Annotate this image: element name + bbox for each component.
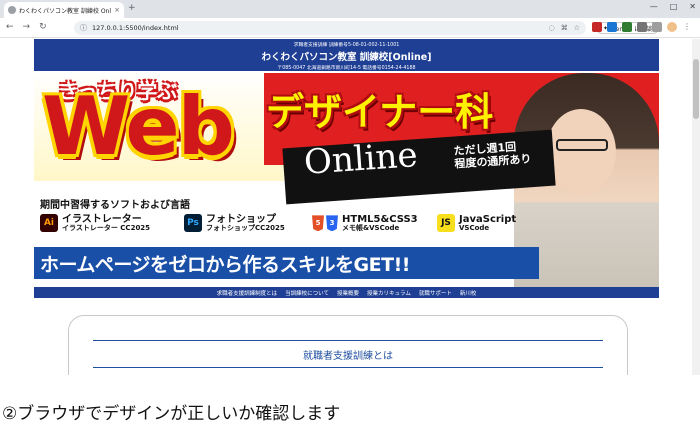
banner-header: 求職者支援訓練 訓練番号5-08-01-002-11-1001 わくわくパソコン… <box>34 39 659 71</box>
hero-banner: 求職者支援訓練 訓練番号5-08-01-002-11-1001 わくわくパソコン… <box>34 39 659 287</box>
training-number: 求職者支援訓練 訓練番号5-08-01-002-11-1001 <box>293 43 400 48</box>
glasses-icon <box>556 139 608 151</box>
html-css-icons: 5 3 <box>312 215 338 232</box>
nav-item-about[interactable]: 当訓練校について <box>285 289 329 297</box>
software-version: メモ帳&VSCode <box>342 224 400 232</box>
photoshop-icon: Ps <box>184 214 202 233</box>
css3-icon: 3 <box>326 215 338 232</box>
software-version: イラストレーター CC2025 <box>62 224 151 232</box>
browser-tab-bar: わくわくパソコン教室 訓練校 Onl × + — □ ✕ <box>0 0 700 18</box>
browser-tab[interactable]: わくわくパソコン教室 訓練校 Onl × <box>4 2 124 18</box>
profile-avatar[interactable] <box>667 22 677 32</box>
tab-title: わくわくパソコン教室 訓練校 Onl <box>19 7 112 15</box>
nav-buttons: ← → ↻ <box>6 22 47 32</box>
url-text[interactable]: 127.0.0.1:5500/index.html <box>92 24 544 32</box>
back-icon[interactable]: ← <box>6 22 14 32</box>
site-nav: 求職者支援訓練制度とは 当訓練校について 授業概要 授業カリキュラム 就職サポー… <box>34 287 659 298</box>
section-title: 就職者支援訓練とは <box>303 350 393 362</box>
sidebar-icon[interactable] <box>652 22 662 32</box>
minimize-icon[interactable]: — <box>650 2 658 11</box>
address-bar[interactable]: ⓘ 127.0.0.1:5500/index.html ◌ ⌘ ☆ <box>74 21 586 35</box>
section-heading-box: 就職者支援訓練とは <box>93 340 603 368</box>
software-version: VSCode <box>459 224 490 232</box>
cta-banner: ホームページをゼロから作るスキルをGET!! <box>34 247 539 279</box>
page-viewport: 求職者支援訓練 訓練番号5-08-01-002-11-1001 わくわくパソコン… <box>0 39 700 375</box>
software-version: フォトショップCC2025 <box>206 224 285 232</box>
extension-icon[interactable] <box>607 22 617 32</box>
school-name: わくわくパソコン教室 訓練校[Online] <box>261 52 432 63</box>
school-address: 〒085-0047 北海道釧路市新川町14-5 電話番号0154-24-4188 <box>277 66 416 71</box>
favicon-icon <box>8 6 16 14</box>
maximize-icon[interactable]: □ <box>670 2 678 11</box>
html5-icon: 5 <box>312 215 324 232</box>
pdf-extension-icon[interactable] <box>592 22 602 32</box>
reload-icon[interactable]: ↻ <box>39 22 47 32</box>
address-bar-actions: ◌ ⌘ ☆ <box>549 24 580 32</box>
nav-item-system[interactable]: 求職者支援訓練制度とは <box>217 289 278 297</box>
nav-item-overview[interactable]: 授業概要 <box>337 289 359 297</box>
menu-kebab-icon[interactable]: ⋮ <box>682 22 692 32</box>
nav-item-curriculum[interactable]: 授業カリキュラム <box>367 289 411 297</box>
scrollbar-thumb[interactable] <box>693 59 699 119</box>
forward-icon[interactable]: → <box>23 22 31 32</box>
tab-close-icon[interactable]: × <box>114 6 120 14</box>
site-info-icon[interactable]: ⓘ <box>80 23 87 33</box>
software-heading: 期間中習得するソフトおよび言語 <box>40 200 190 211</box>
illustrator-icon: Ai <box>40 214 58 233</box>
bookmark-star-icon[interactable]: ☆ <box>574 24 580 32</box>
content-card: 就職者支援訓練とは <box>68 315 628 375</box>
nav-item-shinkawa[interactable]: 新川校 <box>460 289 477 297</box>
online-title: Online <box>302 135 419 183</box>
eye-off-icon[interactable]: ◌ <box>549 24 555 32</box>
new-tab-button[interactable]: + <box>128 3 136 13</box>
designer-course-title: デザイナー科 <box>266 90 494 134</box>
software-javascript: JS JavaScript VSCode <box>437 214 516 233</box>
software-html-css: 5 3 HTML5&CSS3 メモ帳&VSCode <box>312 214 418 233</box>
extension-icons: ⋮ <box>592 22 692 32</box>
puzzle-extension-icon[interactable] <box>637 22 647 32</box>
instructor-face <box>546 109 616 195</box>
translate-icon[interactable]: ⌘ <box>561 24 568 32</box>
attendance-note: ただし週1回 程度の通所あり <box>453 140 532 171</box>
web-headline: Web <box>42 80 235 173</box>
software-photoshop: Ps フォトショップ フォトショップCC2025 <box>184 214 285 233</box>
screenshot-frame: わくわくパソコン教室 訓練校 Onl × + — □ ✕ ← → ↻ ⓘ 127… <box>0 0 700 424</box>
caption-text: ②ブラウザでデザインが正しいか確認します <box>2 404 341 424</box>
cta-text: ホームページをゼロから作るスキルをGET!! <box>40 253 410 276</box>
close-window-icon[interactable]: ✕ <box>689 2 696 11</box>
window-controls: — □ ✕ <box>650 2 696 11</box>
javascript-icon: JS <box>437 214 455 233</box>
extension-icon[interactable] <box>622 22 632 32</box>
scrollbar[interactable] <box>692 39 700 375</box>
caption-area: ②ブラウザでデザインが正しいか確認します <box>0 375 700 424</box>
software-illustrator: Ai イラストレーター イラストレーター CC2025 <box>40 214 150 233</box>
nav-item-career[interactable]: 就職サポート <box>419 289 452 297</box>
browser-toolbar: ← → ↻ ⓘ 127.0.0.1:5500/index.html ◌ ⌘ ☆ … <box>0 18 700 38</box>
